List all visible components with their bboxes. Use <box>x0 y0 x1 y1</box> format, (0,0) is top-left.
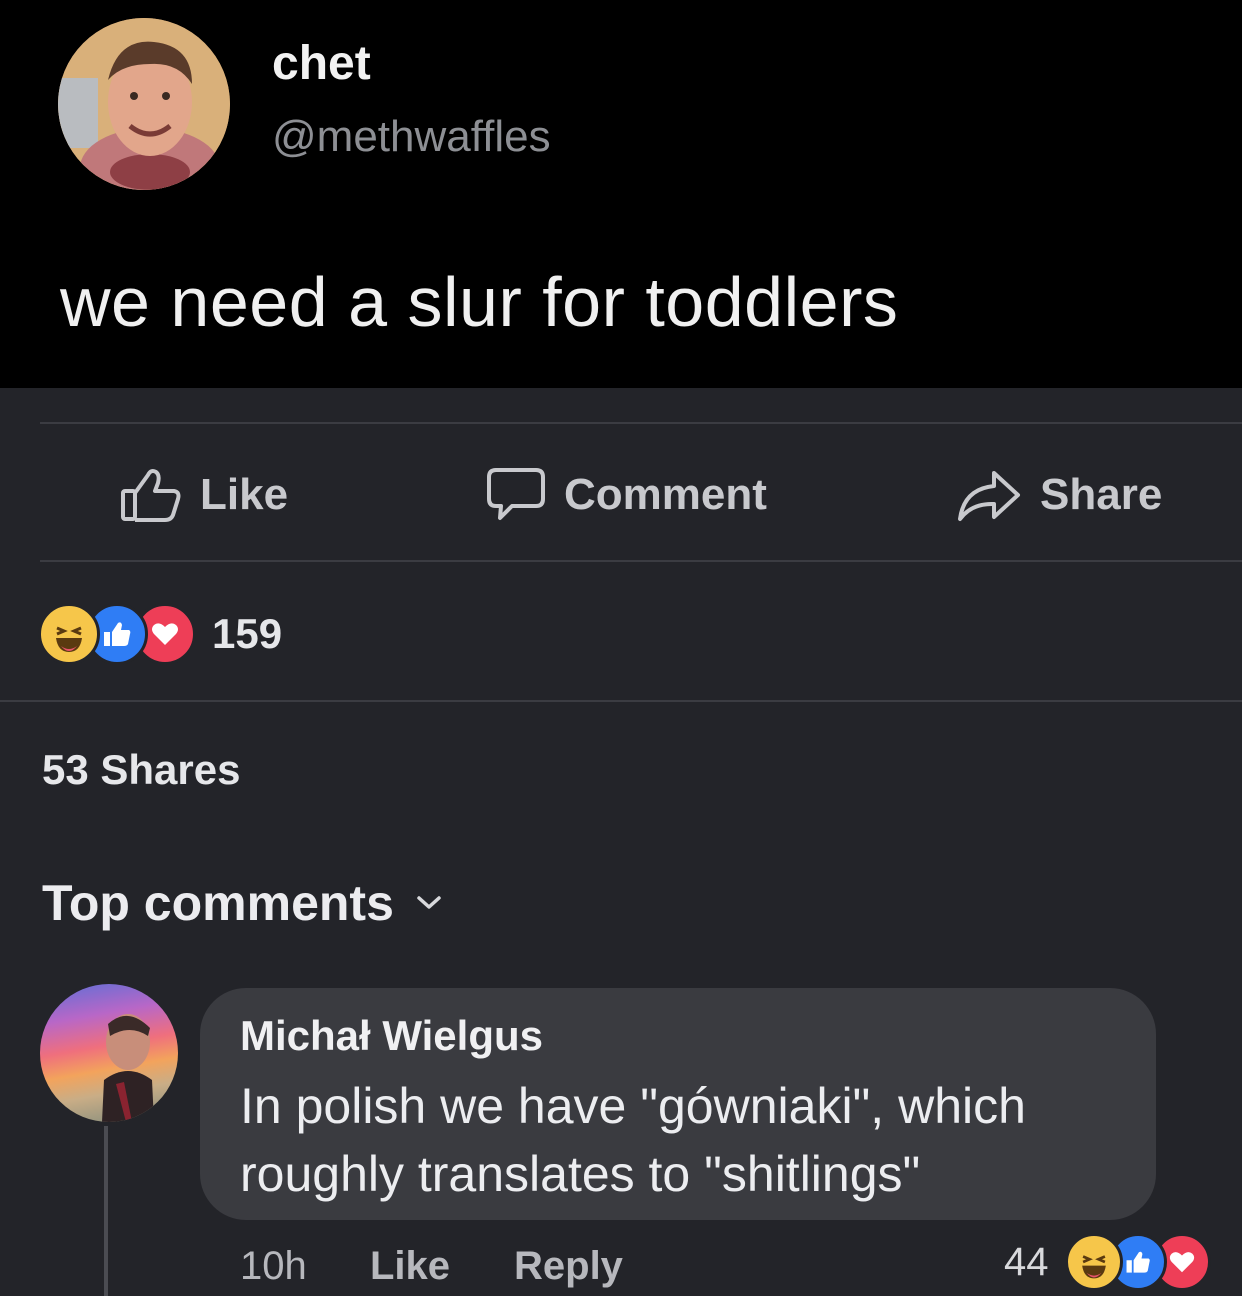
share-label: Share <box>1040 470 1163 519</box>
reactions-summary[interactable]: 159 <box>38 603 283 665</box>
screenshot: chet @methwaffles we need a slur for tod… <box>0 0 1242 1296</box>
tweet-text: we need a slur for toddlers <box>60 263 899 341</box>
like-label: Like <box>200 470 289 519</box>
commenter-avatar[interactable] <box>40 984 178 1122</box>
comment-reaction-count: 44 <box>1004 1239 1049 1284</box>
comment-timestamp[interactable]: 10h <box>240 1244 307 1289</box>
share-arrow-icon <box>958 471 1020 521</box>
tweet-author-avatar[interactable] <box>58 18 230 190</box>
comment-reply-button[interactable]: Reply <box>514 1244 623 1289</box>
tweet-card: chet @methwaffles we need a slur for tod… <box>0 0 1242 388</box>
divider <box>0 700 1242 702</box>
tweet-author-handle[interactable]: @methwaffles <box>272 112 551 162</box>
thumbs-up-icon <box>121 469 181 522</box>
comment-text: In polish we have "gówniaki", which roug… <box>240 1078 1026 1202</box>
share-button[interactable]: Share <box>956 462 1162 528</box>
avatar-portrait-icon <box>102 1014 154 1122</box>
comment-author-name[interactable]: Michał Wielgus <box>240 1012 543 1060</box>
avatar-portrait-icon <box>58 18 230 190</box>
comment-like-button[interactable]: Like <box>370 1244 450 1289</box>
chevron-down-icon <box>417 896 441 909</box>
top-comments-dropdown[interactable]: Top comments <box>42 874 442 932</box>
like-button[interactable]: Like <box>120 462 288 528</box>
shares-count[interactable]: 53 Shares <box>42 746 240 794</box>
haha-icon <box>38 603 100 665</box>
comment-label: Comment <box>564 470 767 519</box>
divider <box>40 560 1242 562</box>
tweet-author-name[interactable]: chet <box>272 36 371 91</box>
haha-icon <box>1064 1233 1123 1291</box>
top-comments-label: Top comments <box>42 875 394 931</box>
comment-thread-line <box>104 1126 108 1296</box>
comment-button[interactable]: Comment <box>486 462 767 528</box>
reaction-count: 159 <box>212 610 283 657</box>
divider <box>40 422 1242 424</box>
comment-reactions[interactable]: 44 <box>1004 1232 1211 1292</box>
comment-bubble-icon <box>487 468 545 520</box>
